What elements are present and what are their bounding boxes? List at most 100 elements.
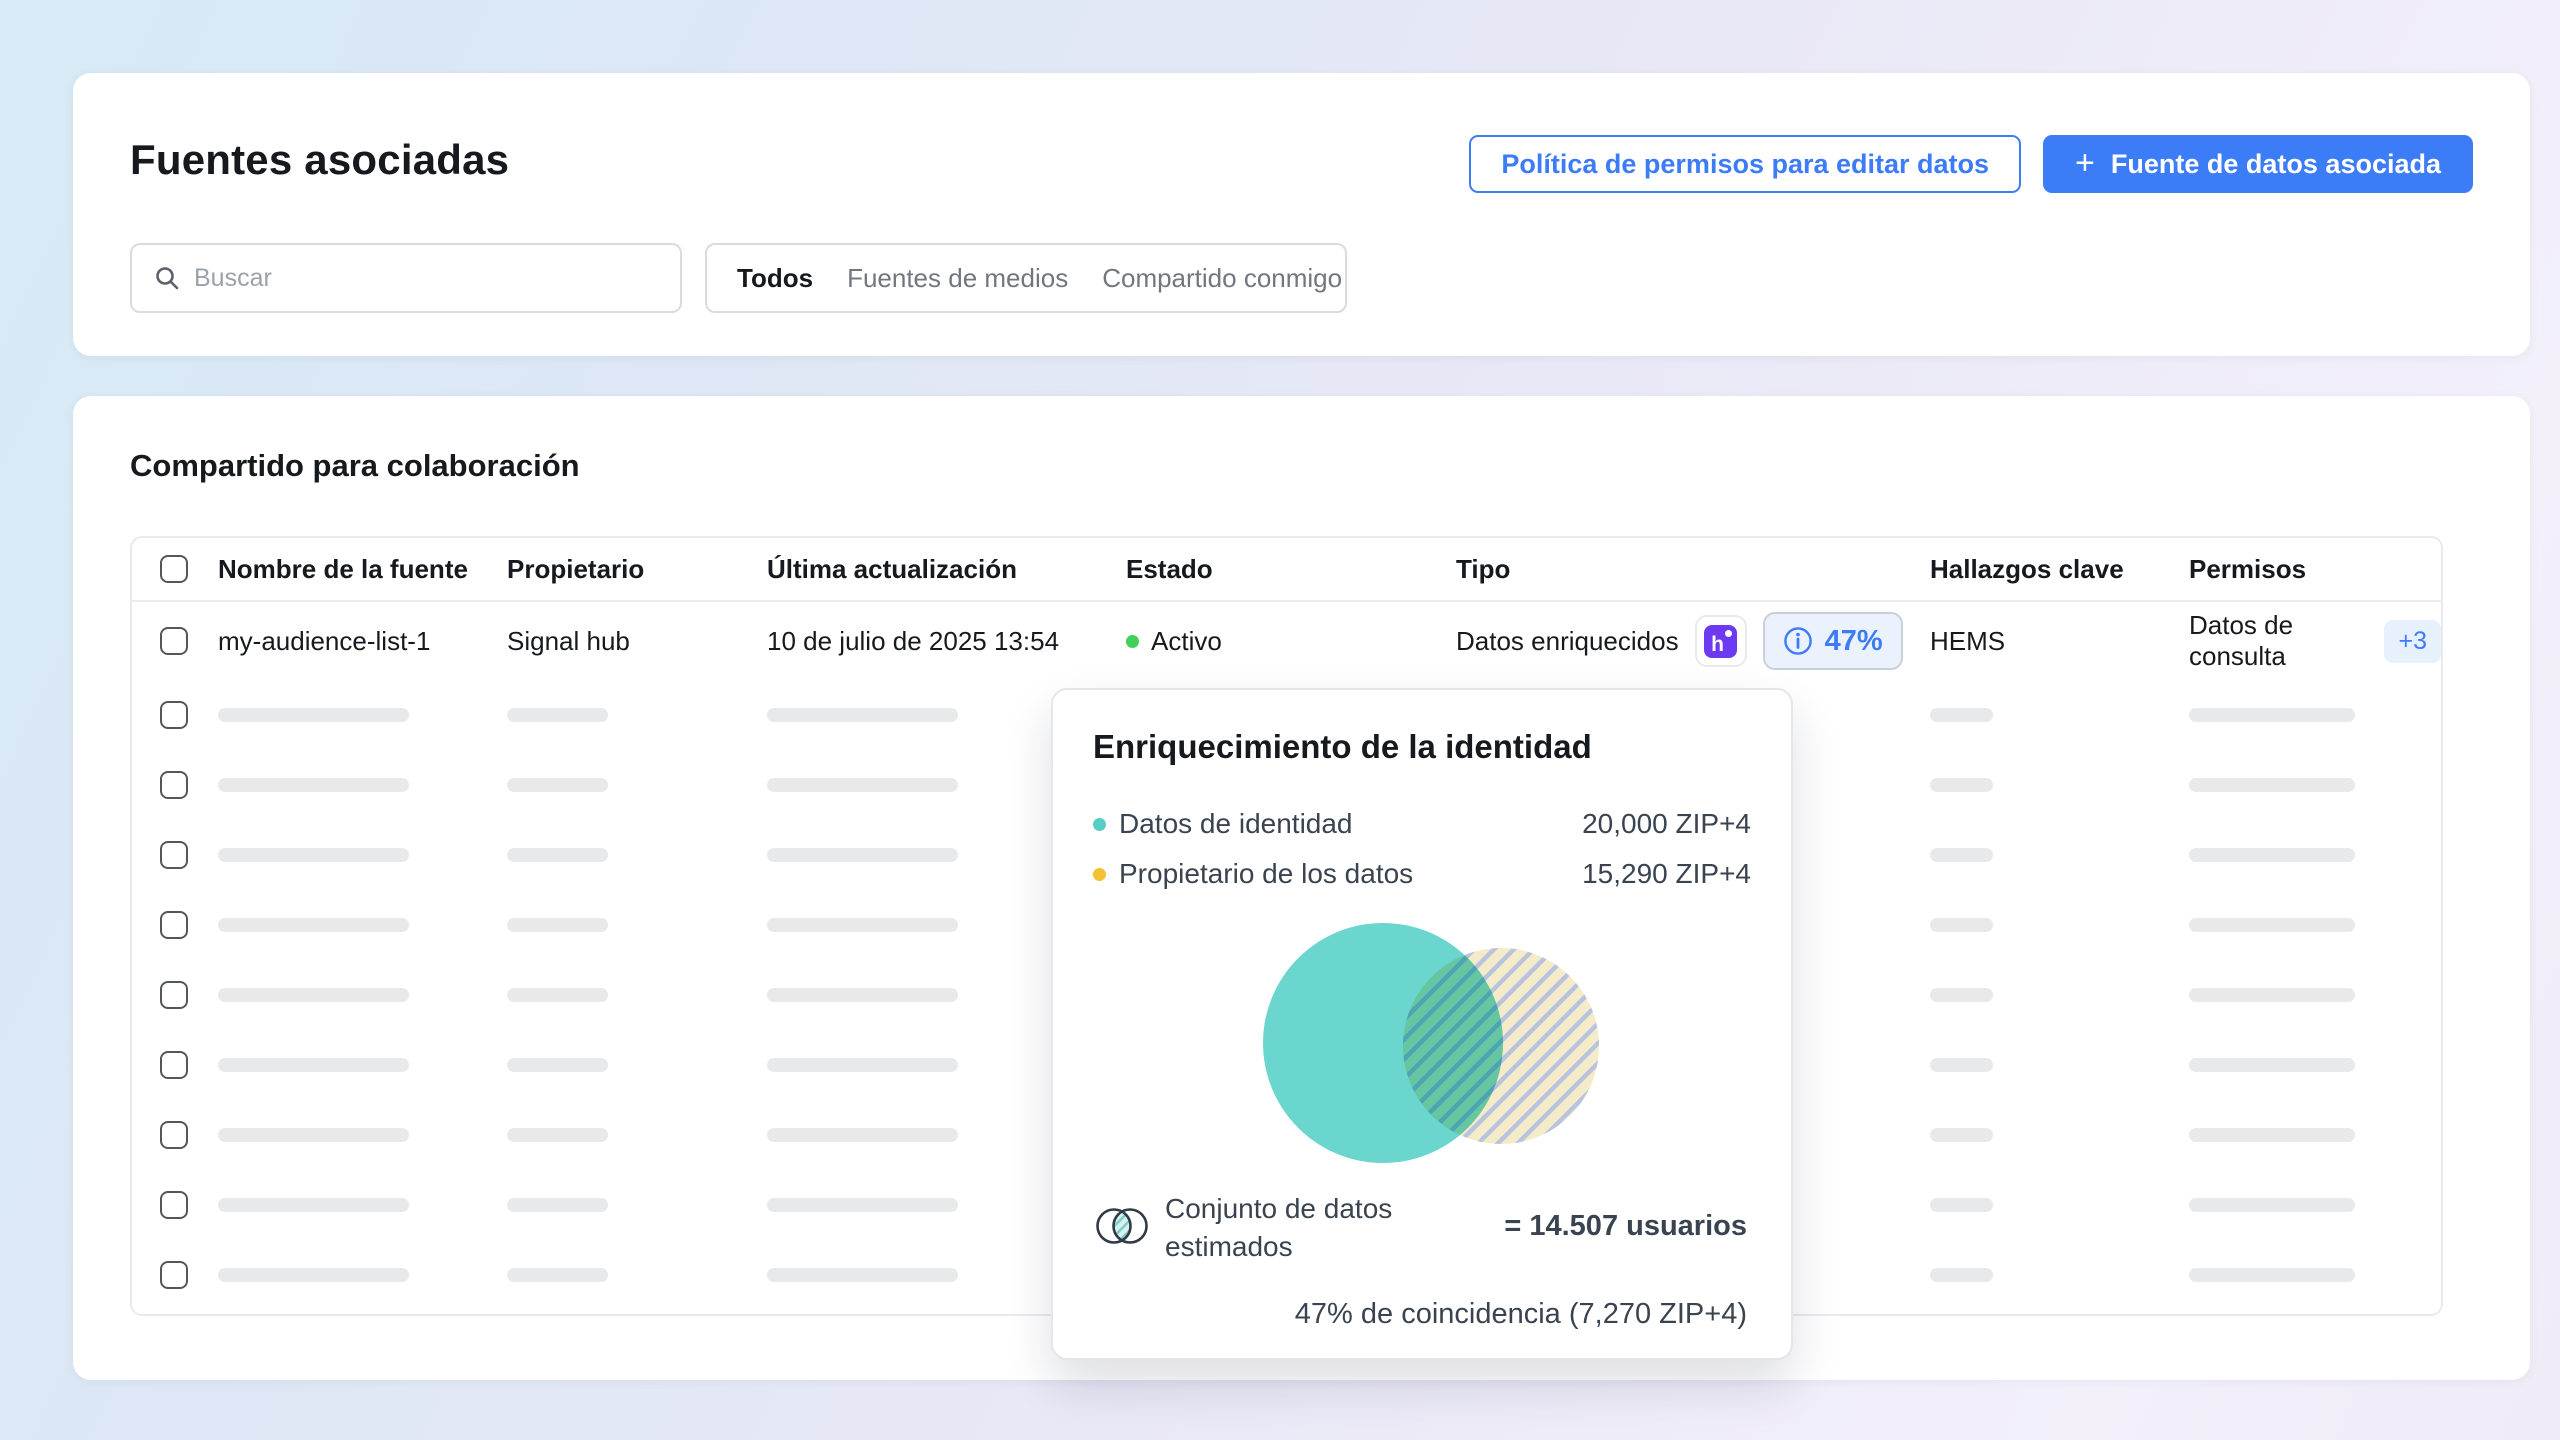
- skeleton-bar-updated: [767, 708, 958, 722]
- plus-icon: +: [2075, 146, 2095, 180]
- permissions-cell: Datos de consulta +3: [2189, 610, 2441, 672]
- skeleton-bar-permissions: [2189, 848, 2355, 862]
- skeleton-bar-name: [218, 1198, 409, 1212]
- skeleton-bar-owner: [507, 708, 608, 722]
- status-label: Activo: [1151, 626, 1222, 657]
- skeleton-bar-findings: [1930, 918, 1993, 932]
- skeleton-bar-name: [218, 1268, 409, 1282]
- skeleton-bar-name: [218, 708, 409, 722]
- row-checkbox[interactable]: [160, 701, 188, 729]
- skeleton-bar-permissions: [2189, 708, 2355, 722]
- status-dot-icon: [1126, 635, 1139, 648]
- permissions-policy-button[interactable]: Política de permisos para editar datos: [1469, 135, 2021, 193]
- row-checkbox[interactable]: [160, 771, 188, 799]
- column-header-permissions: Permisos: [2189, 554, 2441, 585]
- row-checkbox[interactable]: [160, 911, 188, 939]
- row-checkbox[interactable]: [160, 1121, 188, 1149]
- skeleton-bar-updated: [767, 988, 958, 1002]
- skeleton-bar-permissions: [2189, 918, 2355, 932]
- add-data-source-button[interactable]: + Fuente de datos asociada: [2043, 135, 2473, 193]
- column-header-owner: Propietario: [507, 554, 767, 585]
- skeleton-bar-owner: [507, 778, 608, 792]
- skeleton-bar-permissions: [2189, 1128, 2355, 1142]
- column-header-updated: Última actualización: [767, 554, 1126, 585]
- skeleton-bar-name: [218, 778, 409, 792]
- skeleton-bar-findings: [1930, 1058, 1993, 1072]
- match-percent-badge[interactable]: 47%: [1763, 612, 1903, 670]
- column-header-name: Nombre de la fuente: [218, 554, 507, 585]
- skeleton-bar-owner: [507, 918, 608, 932]
- table-row[interactable]: my-audience-list-1 Signal hub 10 de juli…: [132, 602, 2441, 680]
- skeleton-bar-updated: [767, 1198, 958, 1212]
- filter-todos[interactable]: Todos: [737, 263, 813, 294]
- skeleton-bar-updated: [767, 918, 958, 932]
- venn-circle-owner: [1403, 948, 1599, 1144]
- skeleton-bar-owner: [507, 1058, 608, 1072]
- key-findings: HEMS: [1930, 626, 2189, 657]
- legend-dot-teal-icon: [1093, 818, 1106, 831]
- skeleton-bar-permissions: [2189, 988, 2355, 1002]
- info-icon: [1783, 626, 1813, 656]
- skeleton-bar-owner: [507, 848, 608, 862]
- skeleton-bar-owner: [507, 1198, 608, 1212]
- skeleton-bar-updated: [767, 848, 958, 862]
- legend-value-owner: 15,290 ZIP+4: [1582, 858, 1751, 890]
- skeleton-bar-findings: [1930, 1198, 1993, 1212]
- type-cell: Datos enriquecidos h 47%: [1456, 612, 1930, 670]
- source-owner: Signal hub: [507, 626, 767, 657]
- header-actions: Política de permisos para editar datos +…: [1469, 135, 2473, 193]
- section-title: Compartido para colaboración: [130, 448, 580, 484]
- skeleton-bar-owner: [507, 988, 608, 1002]
- popover-title: Enriquecimiento de la identidad: [1093, 728, 1592, 766]
- skeleton-bar-name: [218, 848, 409, 862]
- filter-compartido-conmigo[interactable]: Compartido conmigo: [1102, 263, 1342, 294]
- row-checkbox[interactable]: [160, 1051, 188, 1079]
- source-name: my-audience-list-1: [218, 626, 507, 657]
- row-checkbox[interactable]: [160, 1261, 188, 1289]
- hub-logo-dot: [1725, 630, 1732, 637]
- column-header-type: Tipo: [1456, 554, 1930, 585]
- identity-enrichment-popover: Enriquecimiento de la identidad Datos de…: [1051, 688, 1793, 1360]
- skeleton-bar-findings: [1930, 1128, 1993, 1142]
- skeleton-bar-name: [218, 988, 409, 1002]
- search-box[interactable]: [130, 243, 682, 313]
- match-coincidence-line: 47% de coincidencia (7,270 ZIP+4): [1295, 1298, 1747, 1331]
- filter-group: Todos Fuentes de medios Compartido conmi…: [705, 243, 1347, 313]
- skeleton-bar-name: [218, 918, 409, 932]
- skeleton-bar-findings: [1930, 1268, 1993, 1282]
- table-header-row: Nombre de la fuente Propietario Última a…: [132, 538, 2441, 602]
- legend-label-identity: Datos de identidad: [1119, 808, 1353, 840]
- match-percent-value: 47%: [1825, 625, 1883, 658]
- legend-label-owner: Propietario de los datos: [1119, 858, 1413, 890]
- source-updated: 10 de julio de 2025 13:54: [767, 626, 1126, 657]
- row-checkbox[interactable]: [160, 841, 188, 869]
- filter-fuentes-de-medios[interactable]: Fuentes de medios: [847, 263, 1068, 294]
- row-checkbox[interactable]: [160, 981, 188, 1009]
- skeleton-bar-permissions: [2189, 778, 2355, 792]
- page-title: Fuentes asociadas: [130, 135, 509, 185]
- row-checkbox[interactable]: [160, 627, 188, 655]
- legend-value-identity: 20,000 ZIP+4: [1582, 808, 1751, 840]
- skeleton-bar-owner: [507, 1268, 608, 1282]
- skeleton-bar-findings: [1930, 778, 1993, 792]
- skeleton-bar-updated: [767, 778, 958, 792]
- skeleton-bar-updated: [767, 1058, 958, 1072]
- permissions-more-badge[interactable]: +3: [2384, 620, 2441, 663]
- skeleton-bar-permissions: [2189, 1268, 2355, 1282]
- skeleton-bar-owner: [507, 1128, 608, 1142]
- skeleton-bar-name: [218, 1058, 409, 1072]
- skeleton-bar-permissions: [2189, 1058, 2355, 1072]
- select-all-checkbox[interactable]: [160, 555, 188, 583]
- row-checkbox[interactable]: [160, 1191, 188, 1219]
- skeleton-bar-findings: [1930, 708, 1993, 722]
- search-input[interactable]: [194, 264, 658, 293]
- skeleton-bar-updated: [767, 1128, 958, 1142]
- venn-diagram: [1053, 912, 1795, 1192]
- header-card: Fuentes asociadas Política de permisos p…: [73, 73, 2530, 356]
- legend-dot-gold-icon: [1093, 868, 1106, 881]
- skeleton-bar-name: [218, 1128, 409, 1142]
- legend-row-owner: Propietario de los datos 15,290 ZIP+4: [1093, 852, 1751, 896]
- skeleton-bar-updated: [767, 1268, 958, 1282]
- hub-logo-frame: h: [1695, 615, 1747, 667]
- skeleton-bar-findings: [1930, 848, 1993, 862]
